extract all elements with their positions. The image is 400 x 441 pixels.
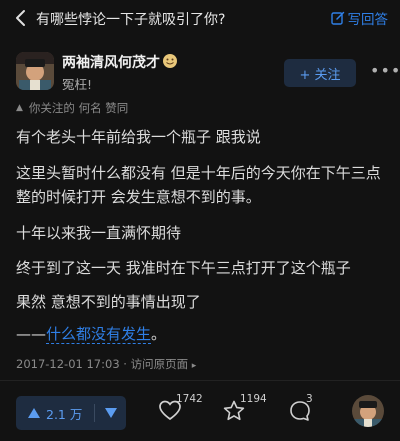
answer-date: 2017-12-01 17:03 (16, 357, 120, 371)
author-avatar-small[interactable] (352, 395, 384, 427)
author-row: 两袖清风何茂才 冤枉! + 关注 ••• (16, 50, 400, 96)
answer-paragraph-2: 这里头暂时什么都没有 但是十年后的今天你在下午三点整的时候打开 会发生意想不到的… (16, 164, 381, 206)
portrait-image (16, 52, 54, 90)
answer-paragraph-4: 终于到了这一天 我准时在下午三点打开了这个瓶子 (16, 259, 351, 277)
edit-icon (330, 11, 344, 25)
author-bio: 冤枉! (62, 77, 93, 92)
write-answer-button[interactable]: 写回答 (330, 8, 389, 28)
social-note: ▲ 你关注的 何名 赞同 (16, 100, 128, 116)
write-answer-label: 写回答 (347, 12, 389, 28)
downvote-icon (104, 408, 117, 418)
upvote-count: 2.1 万 (46, 406, 83, 422)
social-note-text: 你关注的 何名 赞同 (28, 101, 129, 115)
comment-count: 3 (306, 393, 313, 405)
caret-right-icon: ▸ (191, 361, 197, 371)
portrait-image-small (352, 395, 384, 427)
downvote-button[interactable] (95, 408, 126, 418)
answer-meta: 2017-12-01 17:03 · 访问原页面 ▸ (16, 357, 197, 371)
author-avatar[interactable] (16, 52, 54, 90)
back-arrow-icon[interactable] (12, 8, 30, 28)
answer-paragraph-1: 有个老头十年前给我一个瓶子 跟我说 (16, 128, 261, 146)
question-title[interactable]: 有哪些悖论一下子就吸引了你? (36, 9, 225, 29)
favorite-count: 1194 (240, 393, 267, 405)
triangle-icon: ▲ (16, 103, 23, 113)
upvote-button[interactable]: 2.1 万 (16, 404, 94, 423)
comment-button[interactable]: 3 (288, 393, 318, 429)
emoji-badge-icon (163, 54, 177, 68)
author-name[interactable]: 两袖清风何茂才 (62, 52, 160, 72)
dash-text: —— (16, 325, 46, 343)
upvote-icon (28, 408, 40, 418)
like-count: 1742 (176, 393, 203, 405)
like-button[interactable]: 1742 (158, 393, 203, 429)
answer-paragraph-3: 十年以来我一直满怀期待 (16, 224, 182, 242)
period-text: 。 (151, 325, 167, 343)
follow-button[interactable]: + 关注 (284, 59, 356, 87)
view-original-link[interactable]: 访问原页面 (131, 357, 189, 371)
favorite-button[interactable]: 1194 (222, 393, 267, 429)
action-bar: 2.1 万 1742 1194 3 (0, 380, 400, 441)
answer-paragraph-6: ——什么都没有发生。 (16, 322, 390, 346)
answer-link[interactable]: 什么都没有发生 (46, 325, 152, 344)
answer-paragraph-5: 果然 意想不到的事情出现了 (16, 293, 201, 311)
top-bar: 有哪些悖论一下子就吸引了你? 写回答 (0, 0, 400, 38)
vote-pill: 2.1 万 (16, 396, 126, 430)
more-options-icon[interactable]: ••• (370, 63, 400, 79)
follow-label: + 关注 (299, 67, 341, 83)
